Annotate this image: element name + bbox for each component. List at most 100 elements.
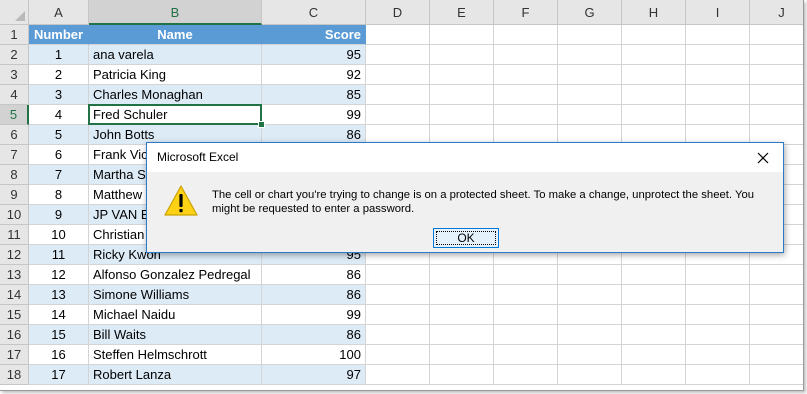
empty-cell[interactable] (558, 65, 622, 85)
empty-cell[interactable] (686, 285, 750, 305)
empty-cell[interactable] (430, 325, 494, 345)
empty-cell[interactable] (494, 265, 558, 285)
row-header-15[interactable]: 15 (0, 305, 29, 325)
empty-cell[interactable] (558, 325, 622, 345)
number-cell[interactable]: 16 (29, 345, 89, 365)
empty-cell[interactable] (494, 365, 558, 385)
column-header-a[interactable]: A (29, 0, 89, 25)
empty-cell[interactable] (750, 285, 803, 305)
empty-cell[interactable] (750, 105, 803, 125)
number-cell[interactable]: 10 (29, 225, 89, 245)
number-cell[interactable]: 13 (29, 285, 89, 305)
score-cell[interactable]: 99 (262, 105, 366, 125)
row-header-12[interactable]: 12 (0, 245, 29, 265)
header-cell-number[interactable]: Number (29, 25, 89, 45)
empty-cell[interactable] (430, 345, 494, 365)
row-header-10[interactable]: 10 (0, 205, 29, 225)
empty-cell[interactable] (494, 25, 558, 45)
column-header-c[interactable]: C (262, 0, 366, 25)
empty-cell[interactable] (622, 265, 686, 285)
column-header-b[interactable]: B (89, 0, 262, 25)
row-header-2[interactable]: 2 (0, 45, 29, 65)
empty-cell[interactable] (494, 45, 558, 65)
header-cell-name[interactable]: Name (89, 25, 262, 45)
number-cell[interactable]: 11 (29, 245, 89, 265)
empty-cell[interactable] (366, 265, 430, 285)
empty-cell[interactable] (430, 25, 494, 45)
number-cell[interactable]: 1 (29, 45, 89, 65)
empty-cell[interactable] (686, 85, 750, 105)
empty-cell[interactable] (430, 365, 494, 385)
score-cell[interactable]: 100 (262, 345, 366, 365)
empty-cell[interactable] (686, 305, 750, 325)
empty-cell[interactable] (430, 45, 494, 65)
empty-cell[interactable] (494, 85, 558, 105)
number-cell[interactable]: 6 (29, 145, 89, 165)
empty-cell[interactable] (366, 365, 430, 385)
row-header-17[interactable]: 17 (0, 345, 29, 365)
empty-cell[interactable] (558, 25, 622, 45)
empty-cell[interactable] (622, 305, 686, 325)
score-cell[interactable]: 86 (262, 265, 366, 285)
empty-cell[interactable] (558, 105, 622, 125)
name-cell[interactable]: Steffen Helmschrott (89, 345, 262, 365)
empty-cell[interactable] (366, 85, 430, 105)
row-header-6[interactable]: 6 (0, 125, 29, 145)
empty-cell[interactable] (558, 365, 622, 385)
column-header-f[interactable]: F (494, 0, 558, 25)
empty-cell[interactable] (750, 85, 803, 105)
empty-cell[interactable] (750, 325, 803, 345)
empty-cell[interactable] (686, 365, 750, 385)
empty-cell[interactable] (558, 265, 622, 285)
empty-cell[interactable] (750, 345, 803, 365)
number-cell[interactable]: 9 (29, 205, 89, 225)
empty-cell[interactable] (558, 85, 622, 105)
score-cell[interactable]: 99 (262, 305, 366, 325)
number-cell[interactable]: 7 (29, 165, 89, 185)
empty-cell[interactable] (622, 65, 686, 85)
empty-cell[interactable] (750, 65, 803, 85)
column-header-j[interactable]: J (750, 0, 803, 25)
empty-cell[interactable] (366, 345, 430, 365)
empty-cell[interactable] (430, 265, 494, 285)
column-header-h[interactable]: H (622, 0, 686, 25)
empty-cell[interactable] (622, 25, 686, 45)
empty-cell[interactable] (686, 345, 750, 365)
empty-cell[interactable] (494, 285, 558, 305)
column-header-d[interactable]: D (366, 0, 430, 25)
empty-cell[interactable] (686, 265, 750, 285)
row-header-1[interactable]: 1 (0, 25, 29, 45)
empty-cell[interactable] (622, 345, 686, 365)
empty-cell[interactable] (622, 105, 686, 125)
empty-cell[interactable] (558, 305, 622, 325)
empty-cell[interactable] (750, 45, 803, 65)
number-cell[interactable]: 2 (29, 65, 89, 85)
empty-cell[interactable] (430, 305, 494, 325)
empty-cell[interactable] (686, 65, 750, 85)
row-header-13[interactable]: 13 (0, 265, 29, 285)
empty-cell[interactable] (494, 65, 558, 85)
name-cell[interactable]: Fred Schuler (89, 105, 262, 125)
row-header-8[interactable]: 8 (0, 165, 29, 185)
number-cell[interactable]: 17 (29, 365, 89, 385)
empty-cell[interactable] (686, 45, 750, 65)
row-header-7[interactable]: 7 (0, 145, 29, 165)
number-cell[interactable]: 15 (29, 325, 89, 345)
name-cell[interactable]: Bill Waits (89, 325, 262, 345)
fill-handle[interactable] (258, 121, 265, 128)
name-cell[interactable]: Simone Williams (89, 285, 262, 305)
number-cell[interactable]: 14 (29, 305, 89, 325)
number-cell[interactable]: 12 (29, 265, 89, 285)
empty-cell[interactable] (622, 285, 686, 305)
empty-cell[interactable] (430, 105, 494, 125)
select-all-corner[interactable] (0, 0, 29, 25)
column-header-g[interactable]: G (558, 0, 622, 25)
empty-cell[interactable] (494, 345, 558, 365)
name-cell[interactable]: Patricia King (89, 65, 262, 85)
empty-cell[interactable] (686, 25, 750, 45)
name-cell[interactable]: Michael Naidu (89, 305, 262, 325)
row-header-9[interactable]: 9 (0, 185, 29, 205)
row-header-5[interactable]: 5 (0, 105, 29, 125)
empty-cell[interactable] (494, 305, 558, 325)
empty-cell[interactable] (558, 45, 622, 65)
